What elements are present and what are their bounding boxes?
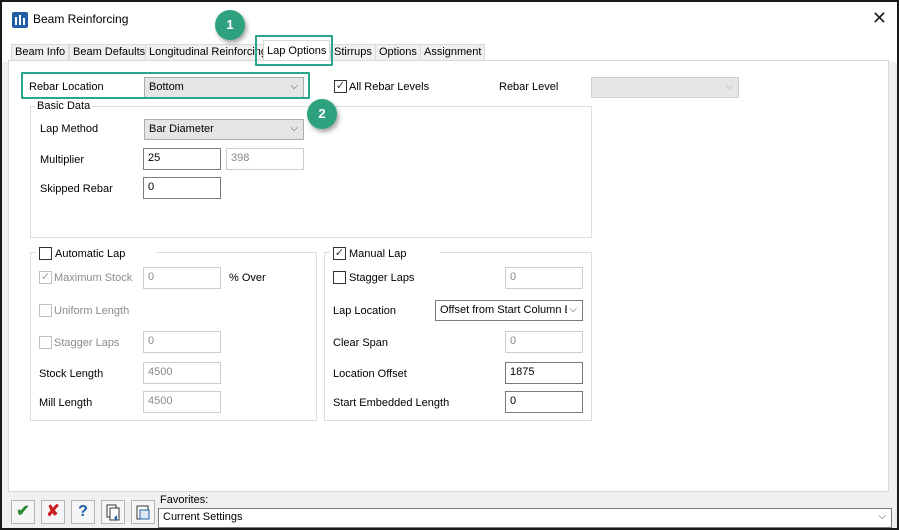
chevron-down-icon: ⌵ — [567, 304, 577, 315]
tab-options[interactable]: Options — [375, 44, 421, 61]
stagger-laps-auto-input[interactable]: 0 — [143, 331, 221, 353]
uniform-length-checkbox[interactable] — [39, 304, 52, 317]
paste-settings-button[interactable] — [131, 500, 155, 524]
percent-over-label: % Over — [229, 272, 266, 284]
rebar-level-label: Rebar Level — [499, 81, 559, 93]
tab-beam-info[interactable]: Beam Info — [11, 44, 70, 61]
rebar-location-highlight — [21, 72, 310, 99]
lap-method-label: Lap Method — [40, 123, 99, 135]
mill-length-label: Mill Length — [39, 397, 93, 409]
lap-method-value: Bar Diameter — [149, 123, 214, 135]
title-bar: Beam Reinforcing ✕ — [2, 2, 897, 38]
clipboard-icon — [136, 505, 150, 520]
uniform-length-label: Uniform Length — [54, 305, 130, 317]
tab-longitudinal-reinforcing[interactable]: Longitudinal Reinforcing — [145, 44, 272, 61]
lap-options-tab-highlight — [255, 35, 333, 66]
ok-check-button[interactable]: ✔ — [11, 500, 35, 524]
start-embedded-length-label: Start Embedded Length — [333, 397, 450, 409]
multiplier-label: Multiplier — [40, 154, 85, 166]
basic-data-title: Basic Data — [35, 100, 93, 112]
tab-assignment[interactable]: Assignment — [420, 44, 486, 61]
tab-beam-defaults[interactable]: Beam Defaults — [69, 44, 150, 61]
multiplier-result-field: 398 — [226, 148, 304, 170]
maximum-stock-input[interactable]: 0 — [143, 267, 221, 289]
annotation-badge-1: 1 — [215, 10, 245, 40]
mill-length-input[interactable]: 4500 — [143, 391, 221, 413]
maximum-stock-label: Maximum Stock — [54, 272, 133, 284]
lap-location-value: Offset from Start Column E — [440, 304, 572, 316]
stagger-laps-manual-input[interactable]: 0 — [505, 267, 583, 289]
all-rebar-levels-checkbox[interactable]: ✓ — [334, 80, 347, 93]
help-button[interactable]: ? — [71, 500, 95, 524]
annotation-badge-2: 2 — [307, 99, 337, 129]
lap-location-label: Lap Location — [333, 305, 396, 317]
stagger-laps-manual-checkbox[interactable] — [333, 271, 346, 284]
chevron-down-icon: ⌵ — [725, 81, 733, 92]
all-rebar-levels-label: All Rebar Levels — [349, 81, 430, 93]
clear-span-label: Clear Span — [333, 337, 389, 349]
manual-lap-header: ✓ Manual Lap — [330, 247, 440, 263]
start-embedded-length-input[interactable]: 0 — [505, 391, 583, 413]
bottom-toolbar: ✔ ✘ ? Favorites: Current Settings ⌵ — [2, 492, 897, 528]
skipped-rebar-label: Skipped Rebar — [40, 183, 113, 195]
manual-lap-checkbox[interactable]: ✓ — [333, 247, 346, 260]
clear-span-input[interactable]: 0 — [505, 331, 583, 353]
stock-length-input[interactable]: 4500 — [143, 362, 221, 384]
stagger-laps-auto-checkbox[interactable] — [39, 336, 52, 349]
beam-reinforcing-window: Beam Reinforcing ✕ Beam Info Beam Defaul… — [0, 0, 899, 530]
close-icon[interactable]: ✕ — [872, 9, 887, 27]
stagger-laps-auto-label: Stagger Laps — [54, 337, 120, 349]
lap-location-dropdown[interactable]: Offset from Start Column E ⌵ — [435, 300, 583, 321]
skipped-rebar-input[interactable]: 0 — [143, 177, 221, 199]
tab-stirrups[interactable]: Stirrups — [330, 44, 376, 61]
location-offset-input[interactable]: 1875 — [505, 362, 583, 384]
lap-options-panel: Rebar Location Bottom ⌵ ✓ All Rebar Leve… — [8, 60, 889, 492]
automatic-lap-header: Automatic Lap — [36, 247, 156, 263]
chevron-down-icon: ⌵ — [878, 511, 886, 522]
app-icon — [12, 12, 28, 28]
tab-strip: Beam Info Beam Defaults Longitudinal Rei… — [2, 38, 897, 63]
location-offset-label: Location Offset — [333, 368, 407, 380]
cancel-x-button[interactable]: ✘ — [41, 500, 65, 524]
basic-data-group — [30, 106, 592, 238]
maximum-stock-checkbox[interactable]: ✓ — [39, 271, 52, 284]
stagger-laps-manual-label: Stagger Laps — [349, 272, 415, 284]
rebar-level-dropdown[interactable]: ⌵ — [591, 77, 739, 98]
multiplier-input[interactable]: 25 — [143, 148, 221, 170]
automatic-lap-checkbox[interactable] — [39, 247, 52, 260]
favorites-label: Favorites: — [160, 494, 209, 506]
favorites-dropdown[interactable]: Current Settings ⌵ — [158, 508, 892, 528]
manual-lap-label: Manual Lap — [349, 248, 407, 260]
copy-settings-button[interactable] — [101, 500, 125, 524]
favorites-value: Current Settings — [163, 511, 243, 523]
document-icon — [106, 504, 120, 521]
chevron-down-icon: ⌵ — [290, 123, 298, 134]
automatic-lap-label: Automatic Lap — [55, 248, 126, 260]
lap-method-dropdown[interactable]: Bar Diameter ⌵ — [144, 119, 304, 140]
window-title: Beam Reinforcing — [33, 12, 129, 26]
stock-length-label: Stock Length — [39, 368, 104, 380]
